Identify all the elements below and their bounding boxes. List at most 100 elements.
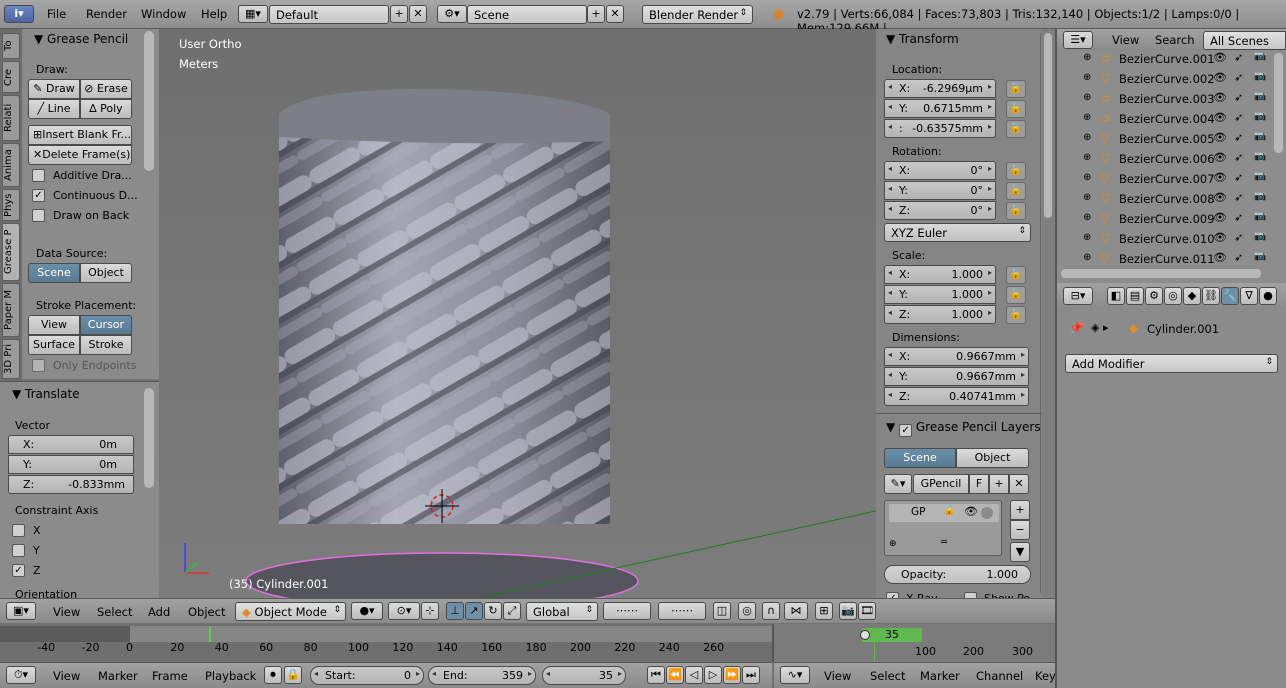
- camera-icon[interactable]: 📷: [1254, 111, 1266, 122]
- current-frame-field[interactable]: ◂ 35 ▸: [542, 666, 626, 685]
- lock-icon[interactable]: 🔓: [1006, 266, 1026, 284]
- keying-lock-icon[interactable]: 🔒: [284, 666, 302, 684]
- expand-icon[interactable]: ⊕: [1083, 252, 1091, 263]
- scrollbar[interactable]: [144, 31, 154, 171]
- jump-keyframe-back-icon[interactable]: ⏪: [666, 666, 684, 684]
- menu-key[interactable]: Key: [1035, 669, 1056, 683]
- add-icon[interactable]: ⊕: [889, 539, 897, 549]
- camera-icon[interactable]: 📷: [1254, 251, 1266, 262]
- outliner-row[interactable]: ⊕ ▽ BezierCurve.006 👁 ➶ 📷: [1057, 149, 1286, 169]
- fake-user-button[interactable]: F: [969, 474, 989, 494]
- cursor-icon[interactable]: ➶: [1234, 111, 1243, 124]
- timeline[interactable]: [0, 624, 772, 662]
- lock-icon[interactable]: 🔓: [1006, 100, 1026, 118]
- menu-marker[interactable]: Marker: [98, 669, 138, 683]
- lock-icon[interactable]: 🔓: [1006, 80, 1026, 98]
- opacity-slider[interactable]: Opacity: 1.000: [884, 565, 1031, 584]
- line-button[interactable]: ╱ Line: [28, 99, 80, 119]
- placement-view-button[interactable]: View: [28, 315, 80, 335]
- unlink-datablock-icon[interactable]: ✕: [1009, 474, 1029, 494]
- eye-icon[interactable]: 👁: [1213, 91, 1227, 104]
- world-tab-icon[interactable]: ◎: [1164, 287, 1182, 305]
- outliner-row[interactable]: ⊕ ⊃ BezierCurve.001 👁 ➶ 📷: [1057, 49, 1286, 69]
- lock-icon[interactable]: 🔓: [1006, 306, 1026, 324]
- expand-icon[interactable]: ⊕: [1083, 72, 1091, 83]
- tab-tools[interactable]: To: [2, 33, 20, 59]
- dimension-x-field[interactable]: ◂ X: 0.9667mm ▸: [884, 347, 1029, 366]
- location-y-field[interactable]: ◂ Y: 0.6715mm ▸: [884, 99, 996, 118]
- outliner-row[interactable]: ⊕ ▽ BezierCurve.007 👁 ➶ 📷: [1057, 169, 1286, 189]
- menu-select[interactable]: Select: [97, 605, 132, 619]
- pencil-icon[interactable]: ✎▾: [884, 474, 912, 494]
- menu-view[interactable]: View: [824, 669, 851, 683]
- npanel-scrollbar[interactable]: [1044, 33, 1052, 218]
- eye-icon[interactable]: 👁: [1213, 251, 1227, 264]
- lock-icon[interactable]: 🔓: [943, 505, 955, 516]
- cursor-icon[interactable]: ➶: [1234, 131, 1243, 144]
- menu-window[interactable]: Window: [141, 7, 186, 21]
- graph-current-frame[interactable]: 35: [862, 628, 922, 642]
- draw-button[interactable]: ✎ Draw: [28, 79, 80, 99]
- cursor-icon[interactable]: ➶: [1234, 51, 1243, 64]
- location-z-field[interactable]: ◂: -0.63575mm ▸: [884, 119, 996, 138]
- render-layers-tab-icon[interactable]: ▤: [1126, 287, 1144, 305]
- location-x-field[interactable]: ◂ X: -6.2969µm ▸: [884, 79, 996, 98]
- keyframe-icon[interactable]: [860, 630, 870, 640]
- scale-manipulator-icon[interactable]: ⤢: [503, 602, 521, 620]
- record-icon[interactable]: ⏺: [264, 666, 282, 684]
- outliner-row[interactable]: ⊕ ▽ BezierCurve.002 👁 ➶ 📷: [1057, 69, 1286, 89]
- menu-playback[interactable]: Playback: [205, 669, 256, 683]
- outliner-row[interactable]: ⊕ ▽ BezierCurve.010 👁 ➶ 📷: [1057, 229, 1286, 249]
- play-reverse-icon[interactable]: ◁: [685, 666, 703, 684]
- tab-relations[interactable]: Relati: [2, 95, 20, 141]
- camera-icon[interactable]: 📷: [1254, 171, 1266, 182]
- menu-help[interactable]: Help: [201, 7, 227, 21]
- jump-keyframe-forward-icon[interactable]: ⏩: [723, 666, 741, 684]
- graph-area[interactable]: 35 100 200 300: [772, 624, 1055, 662]
- remove-layer-icon[interactable]: −: [1010, 520, 1030, 540]
- gp-source-object-button[interactable]: Object: [956, 448, 1029, 468]
- eye-icon[interactable]: 👁: [964, 505, 978, 518]
- lock-icon[interactable]: 🔓: [1006, 162, 1026, 180]
- placement-stroke-button[interactable]: Stroke: [80, 335, 132, 355]
- eye-icon[interactable]: 👁: [1213, 51, 1227, 64]
- scene-icon[interactable]: ⚙▾: [437, 5, 467, 23]
- layers-icon[interactable]: ⋯⋯: [603, 602, 651, 620]
- outliner-row[interactable]: ⊕ ▽ BezierCurve.008 👁 ➶ 📷: [1057, 189, 1286, 209]
- poly-button[interactable]: ∆ Poly: [80, 99, 132, 119]
- 3d-editor-icon[interactable]: ▣▾: [6, 602, 36, 620]
- outliner-item-name[interactable]: BezierCurve.004: [1119, 112, 1215, 126]
- menu-render[interactable]: Render: [86, 7, 127, 21]
- layout-selector[interactable]: Default: [269, 5, 389, 24]
- outliner-row[interactable]: ⊕ ▽ BezierCurve.009 👁 ➶ 📷: [1057, 209, 1286, 229]
- eye-icon[interactable]: 👁: [1213, 191, 1227, 204]
- eye-icon[interactable]: 👁: [1213, 171, 1227, 184]
- expand-icon[interactable]: ⊕: [1083, 232, 1091, 243]
- info-icon[interactable]: i▾: [4, 5, 34, 23]
- layer-menu-icon[interactable]: ▼: [1010, 542, 1030, 562]
- remove-scene-icon[interactable]: ✕: [606, 5, 624, 23]
- menu-object[interactable]: Object: [188, 605, 225, 619]
- render-tab-icon[interactable]: ◧: [1107, 287, 1125, 305]
- data-source-object-button[interactable]: Object: [80, 263, 132, 283]
- outliner-item-name[interactable]: BezierCurve.007: [1119, 172, 1215, 186]
- outliner-item-name[interactable]: BezierCurve.001: [1119, 52, 1215, 66]
- play-icon[interactable]: ▷: [704, 666, 722, 684]
- scale-y-field[interactable]: ◂ Y: 1.000 ▸: [884, 285, 996, 304]
- rotation-mode-select[interactable]: XYZ Euler ⇕: [884, 223, 1031, 242]
- cursor-icon[interactable]: ➶: [1234, 231, 1243, 244]
- jump-end-icon[interactable]: ⏭: [742, 666, 760, 684]
- placement-surface-button[interactable]: Surface: [28, 335, 80, 355]
- shading-icon[interactable]: ●▾: [351, 602, 383, 620]
- add-modifier-select[interactable]: Add Modifier ⇕: [1065, 354, 1278, 373]
- outliner-item-name[interactable]: BezierCurve.005: [1119, 132, 1215, 146]
- expand-icon[interactable]: ⊕: [1083, 92, 1091, 103]
- add-layout-icon[interactable]: +: [390, 5, 408, 23]
- layer-row[interactable]: GP 🔓 👁: [889, 504, 999, 522]
- outliner-item-name[interactable]: BezierCurve.010: [1119, 232, 1215, 246]
- constraint-z-checkbox[interactable]: ✓: [12, 564, 25, 577]
- expand-icon[interactable]: ⊕: [1083, 132, 1091, 143]
- scale-x-field[interactable]: ◂ X: 1.000 ▸: [884, 265, 996, 284]
- rotation-z-field[interactable]: ◂ Z: 0° ▸: [884, 201, 996, 220]
- outliner-hscrollbar[interactable]: [1061, 269, 1261, 278]
